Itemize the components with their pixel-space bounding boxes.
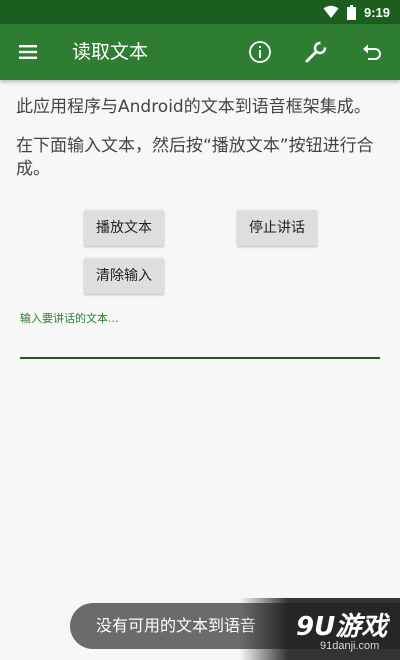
status-bar: 9:19 — [0, 0, 400, 24]
main-content: 此应用程序与Android的文本到语音框架集成。 在下面输入文本，然后按“播放文… — [16, 80, 384, 181]
status-time: 9:19 — [363, 4, 390, 20]
text-input[interactable] — [20, 357, 380, 359]
battery-icon — [346, 4, 356, 20]
watermark-url: 91danji.com — [320, 640, 380, 652]
app-title: 读取文本 — [72, 41, 149, 63]
undo-icon[interactable] — [360, 40, 384, 64]
menu-icon[interactable] — [16, 40, 40, 64]
stop-speaking-button[interactable]: 停止讲话 — [237, 210, 317, 246]
clear-input-button[interactable]: 清除输入 — [84, 258, 164, 294]
intro-text: 此应用程序与Android的文本到语音框架集成。 — [16, 97, 371, 117]
status-icons: 9:19 — [323, 0, 390, 24]
app-bar: 读取文本 — [0, 24, 400, 80]
watermark-logo: 9U游戏 — [296, 612, 388, 642]
text-input-hint: 输入要讲话的文本... — [20, 312, 119, 325]
wrench-icon[interactable] — [304, 40, 328, 64]
info-icon[interactable] — [248, 40, 272, 64]
play-text-button[interactable]: 播放文本 — [84, 210, 164, 246]
wifi-icon — [323, 5, 339, 18]
instruction-text: 在下面输入文本，然后按“播放文本”按钮进行合成。 — [16, 136, 374, 179]
